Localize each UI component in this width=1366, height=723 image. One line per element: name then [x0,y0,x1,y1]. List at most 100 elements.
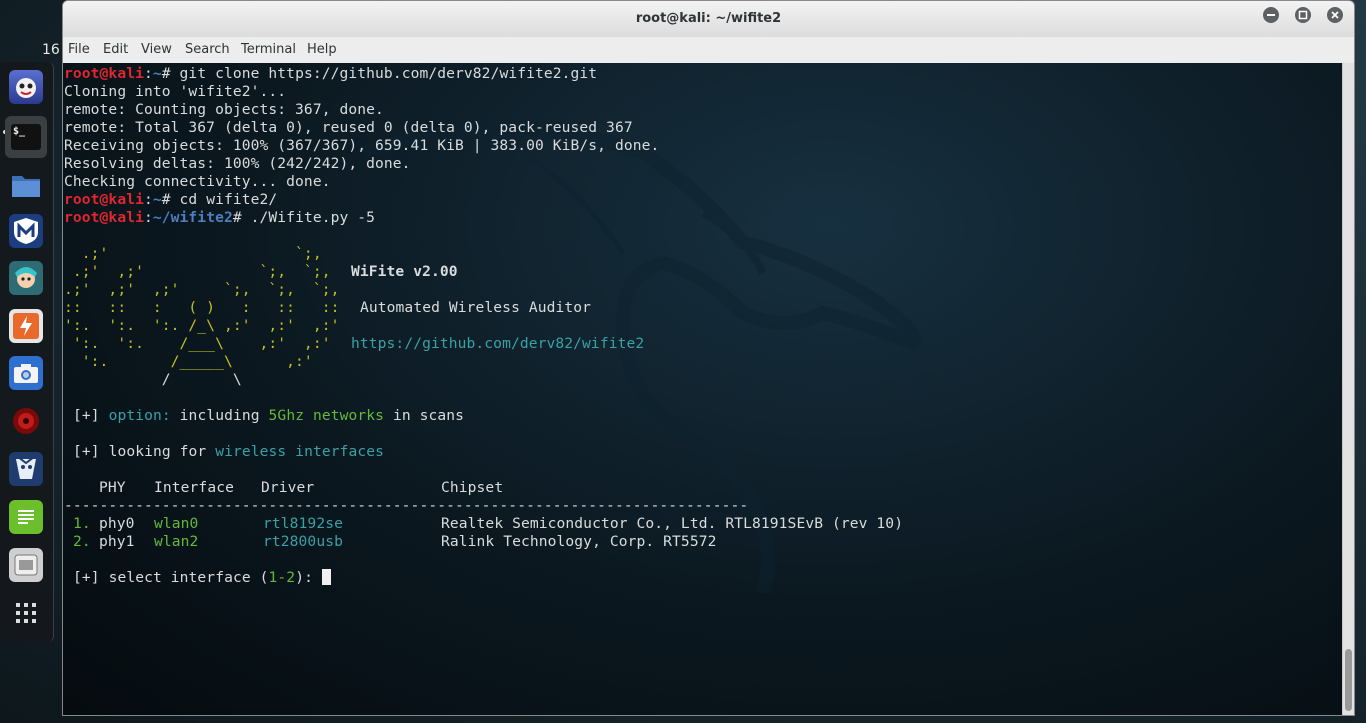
row-1-chipset: Realtek Semiconductor Co., Ltd. RTL8191S… [441,515,904,532]
banner-art-8: / \ [64,371,242,388]
terminal-line-5: Receiving objects: 100% (367/367), 659.4… [64,137,660,154]
terminal-line-1: root@kali:~# git clone https://github.co… [64,65,598,82]
settings-icon[interactable] [9,548,43,582]
select-range: 1-2 [268,569,296,586]
row-2-interface: wlan2 [154,533,199,550]
terminal-line-8: root@kali:~# cd wifite2/ [64,191,278,208]
prompt-user: root@kali [64,191,144,208]
select-prompt-line[interactable]: [+] select interface (1-2): [73,569,331,587]
terminal-app-icon[interactable]: $_ [5,116,47,158]
device-icon [14,554,38,576]
menu-edit[interactable]: Edit [103,42,128,57]
terminal-line-7: Checking connectivity... done. [64,173,331,190]
burpsuite-icon[interactable] [9,309,43,343]
row-2-phy: phy1 [99,533,135,550]
maximize-icon [1298,10,1308,20]
banner-subtitle: Automated Wireless Auditor [360,299,592,316]
select-text: select interface ( [108,569,269,586]
dock: $_ [0,62,54,642]
row-1-interface: wlan0 [154,515,199,532]
mascot-face-icon [16,456,36,479]
menu-view[interactable]: View [141,42,172,57]
banner-art-2: .;' ,;' `;, `;, [64,263,331,280]
row-2-driver: rt2800usb [263,533,343,550]
red-circle-icon [13,408,39,434]
banner-art-3: .;' ,;' ,;' `;, `;, `;, [64,281,340,298]
metasploit-icon[interactable] [9,214,43,248]
menu-search[interactable]: Search [185,42,230,57]
window-title: root@kali: ~/wifite2 [635,11,782,26]
table-header-driver: Driver [261,479,315,496]
menu-terminal[interactable]: Terminal [241,42,296,57]
screenshot-icon[interactable] [9,356,43,390]
mascot-glyph-icon [16,78,36,98]
terminal-line-9: root@kali:~/wifite2# ./Wifite.py -5 [64,209,376,226]
row-1-number: 1. [73,515,91,532]
maximize-button[interactable] [1295,7,1311,23]
banner-title: WiFite v2.00 [351,263,458,280]
shield-m-icon [14,218,38,244]
terminal-window: root@kali: ~/wifite2 File Edit View Sear… [62,0,1355,716]
select-end: ): [295,569,313,586]
minimize-button[interactable] [1263,7,1279,23]
dots-grid-icon [16,603,36,623]
top-bar-clock: 16 [42,42,60,58]
terminal-scrollbar[interactable] [1342,63,1354,715]
option-text: in scans [392,407,465,424]
terminal-line-2: Cloning into 'wifite2'... [64,83,287,100]
terminal-line-6: Resolving deltas: 100% (242/242), done. [64,155,411,172]
table-header-interface: Interface [154,479,234,496]
option-text: including [179,407,260,424]
prompt-user: root@kali [64,209,144,226]
banner-art-7: ':. /_____\ ,:' [64,353,313,370]
app-grid-icon[interactable] [9,596,43,630]
maltego-icon[interactable] [9,452,43,486]
table-divider: ----------------------------------------… [64,497,749,514]
terminal-line-3: remote: Counting objects: 367, done. [64,101,384,118]
table-header-chipset: Chipset [441,479,504,496]
prompt-dir: ~/wifite2 [152,209,233,226]
character-face-icon [15,267,37,288]
terminal-area[interactable]: root@kali:~# git clone https://github.co… [63,63,1342,715]
notes-icon[interactable] [9,500,43,534]
kali-mascot-icon[interactable] [9,70,43,104]
plus-marker: [+] [73,569,100,586]
radare-icon[interactable] [9,404,43,438]
minimize-icon [1267,14,1275,16]
command-text: cd wifite2/ [179,191,278,208]
menu-help[interactable]: Help [307,42,337,57]
row-2-chipset: Ralink Technology, Corp. RT5572 [441,533,717,550]
option-highlight: 5Ghz networks [268,407,385,424]
armitage-icon[interactable] [9,261,43,295]
command-text: git clone https://github.com/derv82/wifi… [179,65,598,82]
menu-file[interactable]: File [68,42,90,57]
camera-icon [14,364,38,383]
scrollbar-thumb[interactable] [1345,649,1352,711]
title-bar[interactable]: root@kali: ~/wifite2 [63,1,1354,37]
close-button[interactable] [1327,7,1343,23]
banner-art-4: :: :: : ( ) : :: :: [64,299,340,316]
command-text: ./Wifite.py -5 [250,209,376,226]
banner-url: https://github.com/derv82/wifite2 [351,335,645,352]
row-2-number: 2. [73,533,91,550]
prompt-user: root@kali [64,65,144,82]
plus-marker: [+] [73,407,100,424]
looking-highlight: wireless interfaces [215,443,385,460]
prompt-dir: ~ [152,191,162,208]
row-1-phy: phy0 [99,515,135,532]
terminal-glyph-icon: $_ [11,124,41,150]
folder-glyph-icon [12,176,40,197]
terminal-line-4: remote: Total 367 (delta 0), reused 0 (d… [64,119,633,136]
files-folder-icon[interactable] [9,168,43,202]
option-line: [+] option: including 5Ghz networks in s… [73,407,464,425]
banner-art-1: .;' `;, [64,245,322,262]
lightning-icon [13,313,39,339]
looking-line: [+] looking for wireless interfaces [73,443,384,461]
banner-art-6: ':. ':. /___\ ,:' ,:' [64,335,331,352]
plus-marker: [+] [73,443,100,460]
looking-text: looking for [108,443,207,460]
text-cursor[interactable] [321,569,331,585]
row-1-driver: rtl8192se [263,515,343,532]
prompt-dir: ~ [152,65,162,82]
close-icon [1331,11,1339,19]
